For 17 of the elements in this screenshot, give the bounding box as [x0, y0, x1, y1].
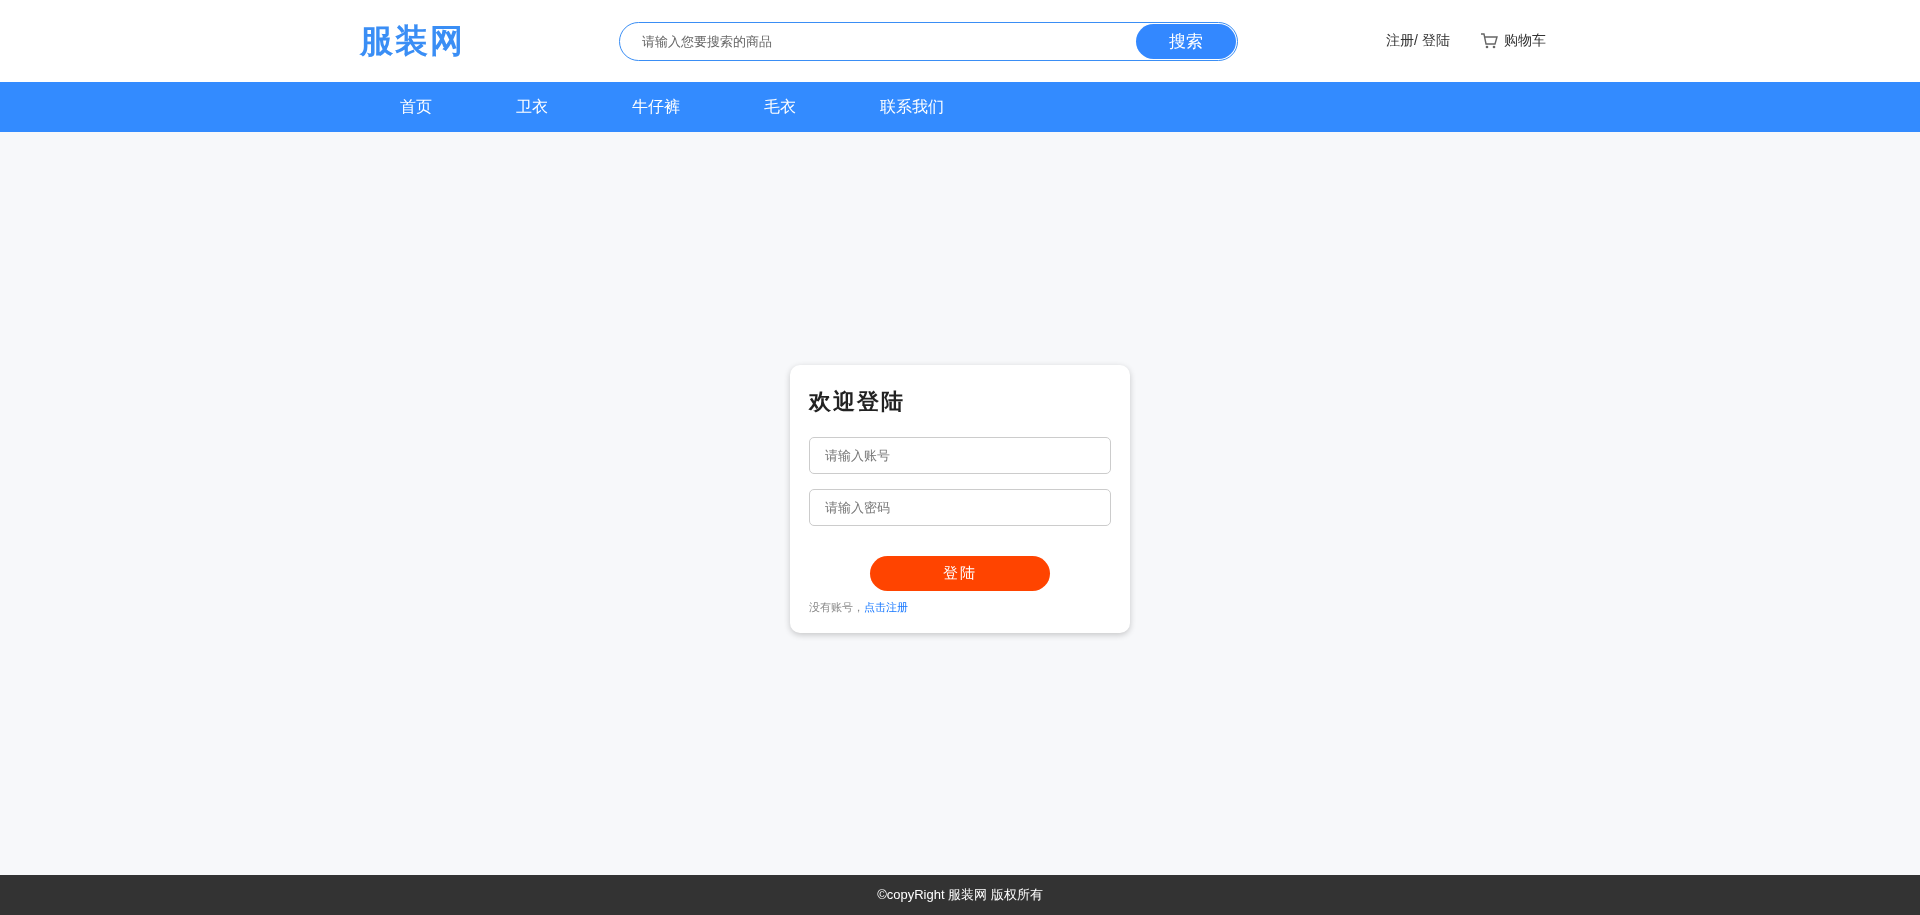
password-field[interactable]: 请输入密码: [809, 488, 1111, 526]
nav-link[interactable]: 牛仔裤: [632, 96, 680, 118]
nav-link[interactable]: 毛衣: [764, 96, 796, 118]
search-button[interactable]: 搜索: [1136, 23, 1236, 59]
register-login-link[interactable]: 注册/ 登陆: [1386, 32, 1450, 50]
nav-link[interactable]: 联系我们: [880, 96, 944, 118]
register-prompt: 没有账号，: [809, 599, 864, 615]
site-logo[interactable]: 服装网: [360, 18, 619, 64]
register-link[interactable]: 点击注册: [864, 599, 908, 615]
login-button[interactable]: 登陆: [870, 555, 1050, 591]
footer-copyright: ©copyRight 服装网 版权所有: [0, 875, 1920, 915]
nav-link[interactable]: 首页: [400, 96, 432, 118]
nav-link[interactable]: 卫衣: [516, 96, 548, 118]
cart-icon: [1479, 32, 1498, 50]
account-field[interactable]: 请输入账号: [809, 436, 1111, 474]
login-title: 欢迎登陆: [809, 387, 906, 416]
cart-link[interactable]: 购物车: [1479, 32, 1546, 50]
